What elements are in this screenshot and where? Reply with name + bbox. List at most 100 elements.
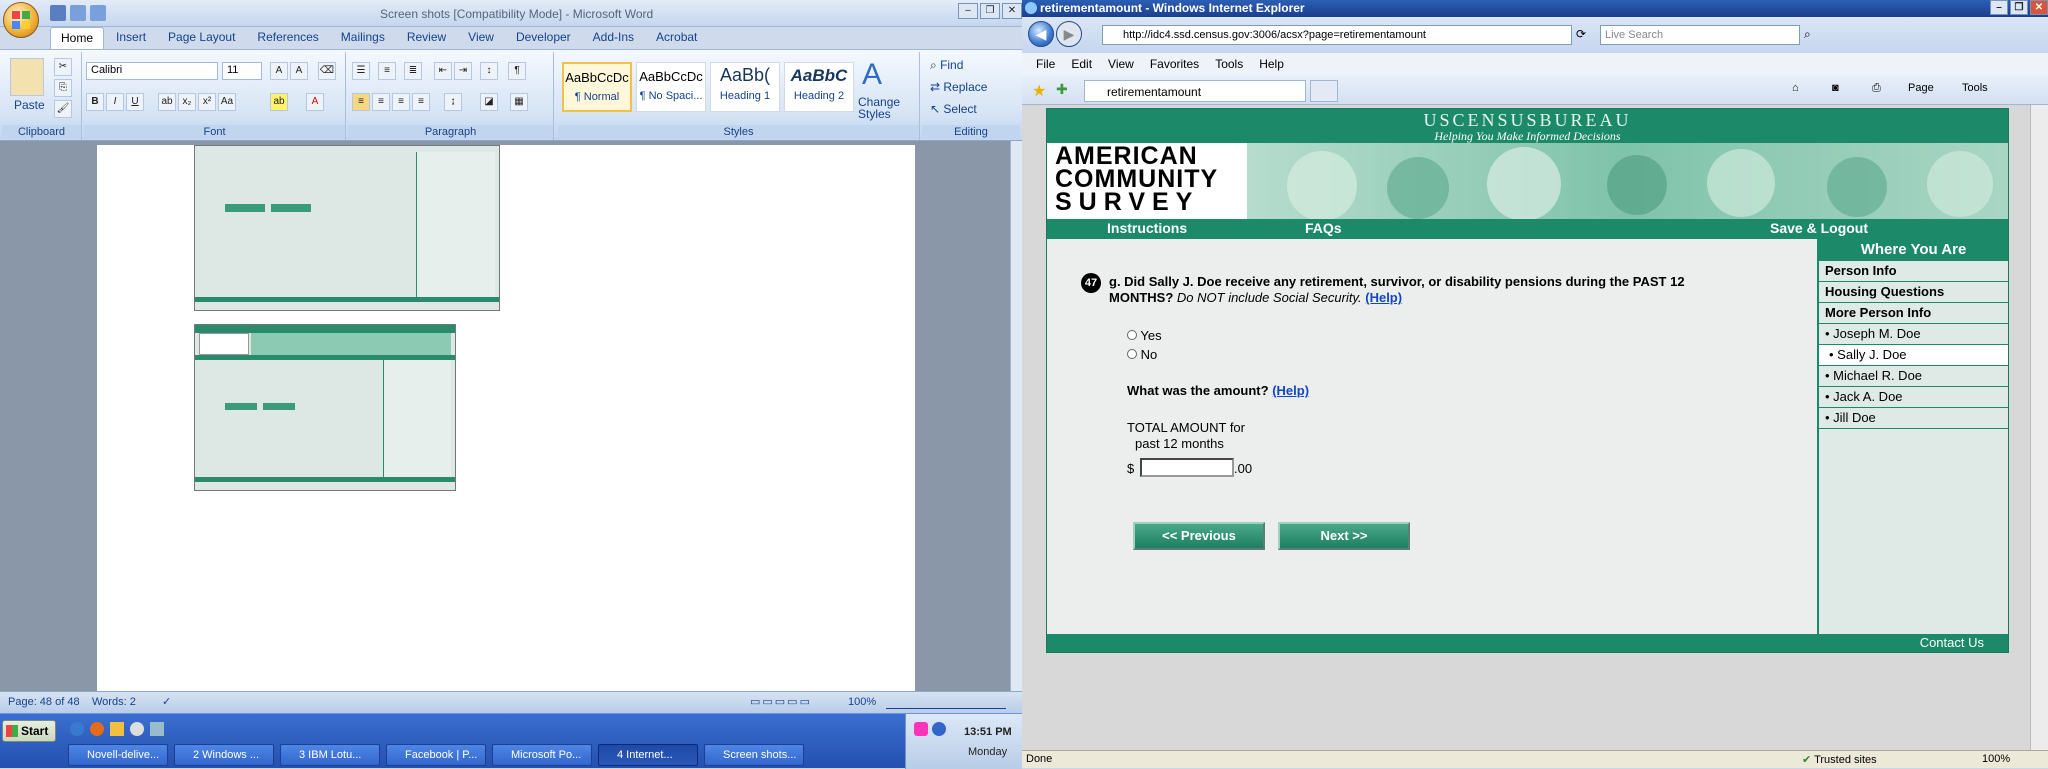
close-icon[interactable]: ✕ xyxy=(2030,0,2048,15)
radio-yes[interactable] xyxy=(1127,330,1137,340)
media-quicklaunch-icon[interactable] xyxy=(130,722,144,736)
restore-icon[interactable]: ❐ xyxy=(980,3,1000,19)
taskbar-item[interactable]: 3 IBM Lotu... xyxy=(280,744,380,766)
paste-button[interactable]: Paste xyxy=(14,98,45,112)
tab-references[interactable]: References xyxy=(247,27,328,49)
taskbar-item-active[interactable]: 4 Internet... xyxy=(598,744,698,766)
tools-menu[interactable]: Tools xyxy=(1962,82,1988,94)
ie-quicklaunch-icon[interactable] xyxy=(70,722,84,736)
tab-page-layout[interactable]: Page Layout xyxy=(158,27,245,49)
help-link[interactable]: (Help) xyxy=(1365,290,1402,305)
align-left-icon[interactable]: ≡ xyxy=(352,93,370,111)
print-icon[interactable]: ⎙ xyxy=(1872,82,1881,95)
cut-icon[interactable]: ✂ xyxy=(54,58,72,76)
favorites-star-icon[interactable]: ★ xyxy=(1032,81,1046,101)
amount-input[interactable] xyxy=(1140,458,1234,477)
nav-save-logout[interactable]: Save & Logout xyxy=(1770,220,1868,236)
ie-zoom-level[interactable]: 100% xyxy=(1982,753,2010,765)
copy-icon[interactable]: ⎘ xyxy=(54,79,72,97)
restore-icon[interactable]: ❐ xyxy=(2010,0,2028,15)
bold-icon[interactable]: B xyxy=(86,93,104,111)
strikethrough-icon[interactable]: ab xyxy=(158,93,176,111)
nav-instructions[interactable]: Instructions xyxy=(1107,220,1187,236)
embedded-screenshot-1[interactable] xyxy=(194,145,500,311)
align-right-icon[interactable]: ≡ xyxy=(392,93,410,111)
save-icon[interactable] xyxy=(50,5,66,21)
shrink-font-icon[interactable]: A xyxy=(290,62,308,80)
sidebar-item-michael[interactable]: • Michael R. Doe xyxy=(1819,366,2008,387)
tab-acrobat[interactable]: Acrobat xyxy=(646,27,707,49)
menu-view[interactable]: View xyxy=(1100,53,1142,75)
undo-icon[interactable] xyxy=(70,5,86,21)
decrease-indent-icon[interactable]: ⇤ xyxy=(434,62,452,80)
taskbar-item[interactable]: Novell-delive... xyxy=(68,744,168,766)
proofing-icon[interactable]: ✓ xyxy=(162,695,171,708)
taskbar-item[interactable]: Microsoft Po... xyxy=(492,744,592,766)
sidebar-item-sally-current[interactable]: • Sally J. Doe xyxy=(1819,345,2008,366)
justify-icon[interactable]: ≡ xyxy=(412,93,430,111)
change-styles-icon[interactable]: A xyxy=(862,58,882,92)
show-marks-icon[interactable]: ¶ xyxy=(508,62,526,80)
start-button[interactable]: Start xyxy=(2,720,56,742)
taskbar-item[interactable]: 2 Windows ... xyxy=(174,744,274,766)
desktop-quicklaunch-icon[interactable] xyxy=(150,722,164,736)
page-count[interactable]: Page: 48 of 48 xyxy=(8,696,80,708)
taskbar-item[interactable]: Facebook | P... xyxy=(386,744,486,766)
menu-favorites[interactable]: Favorites xyxy=(1142,53,1207,75)
previous-button[interactable]: << Previous xyxy=(1133,522,1265,550)
sidebar-item-housing-questions[interactable]: Housing Questions xyxy=(1819,282,2008,303)
page-menu[interactable]: Page xyxy=(1908,82,1934,94)
feeds-icon[interactable]: ◙ xyxy=(1832,82,1839,94)
new-tab-button[interactable] xyxy=(1310,80,1338,102)
tab-add-ins[interactable]: Add-Ins xyxy=(583,27,644,49)
close-icon[interactable]: ✕ xyxy=(1002,3,1022,19)
change-styles-button[interactable]: Change Styles xyxy=(858,96,918,120)
italic-icon[interactable]: I xyxy=(106,93,124,111)
underline-icon[interactable]: U xyxy=(126,93,144,111)
amount-help-link[interactable]: (Help) xyxy=(1272,383,1309,398)
document-scrollbar[interactable] xyxy=(1010,141,1022,691)
replace-button[interactable]: ⇄ Replace xyxy=(930,80,987,94)
option-yes[interactable]: Yes xyxy=(1127,328,1162,343)
search-icon[interactable]: ⌕ xyxy=(1804,27,1811,42)
sidebar-item-jill[interactable]: • Jill Doe xyxy=(1819,408,2008,429)
security-zone[interactable]: ✔ Trusted sites xyxy=(1802,753,1877,766)
borders-icon[interactable]: ▦ xyxy=(510,93,528,111)
font-size-select[interactable]: 11 xyxy=(222,62,262,80)
home-icon[interactable]: ⌂ xyxy=(1792,82,1799,94)
font-color-icon[interactable]: A xyxy=(306,93,324,111)
paste-icon[interactable] xyxy=(10,58,44,96)
clear-format-icon[interactable]: ⌫ xyxy=(318,62,336,80)
sort-icon[interactable]: ↕ xyxy=(480,62,498,80)
menu-help[interactable]: Help xyxy=(1251,53,1292,75)
minimize-icon[interactable]: – xyxy=(1990,0,2008,15)
numbering-icon[interactable]: ≡ xyxy=(378,62,396,80)
select-button[interactable]: ↖ Select xyxy=(930,102,977,116)
radio-no[interactable] xyxy=(1127,349,1137,359)
office-button[interactable] xyxy=(3,2,39,38)
tab-view[interactable]: View xyxy=(458,27,504,49)
shading-icon[interactable]: ◪ xyxy=(480,93,498,111)
tab-insert[interactable]: Insert xyxy=(106,27,156,49)
document-page[interactable] xyxy=(97,145,915,691)
refresh-icon[interactable]: ⟳ xyxy=(1576,27,1586,41)
highlight-icon[interactable]: ab xyxy=(270,93,288,111)
style-heading-1[interactable]: AaBb( Heading 1 xyxy=(710,62,780,112)
align-center-icon[interactable]: ≡ xyxy=(372,93,390,111)
minimize-icon[interactable]: – xyxy=(958,3,978,19)
tab-mailings[interactable]: Mailings xyxy=(331,27,395,49)
zoom-slider[interactable] xyxy=(886,695,1006,709)
sidebar-item-jack[interactable]: • Jack A. Doe xyxy=(1819,387,2008,408)
menu-edit[interactable]: Edit xyxy=(1063,53,1100,75)
zoom-level[interactable]: 100% xyxy=(848,696,876,708)
menu-file[interactable]: File xyxy=(1028,53,1063,75)
address-input[interactable]: http://idc4.ssd.census.gov:3006/acsx?pag… xyxy=(1102,25,1572,45)
sidebar-item-person-info[interactable]: Person Info xyxy=(1819,261,2008,282)
taskbar-item[interactable]: Screen shots... xyxy=(704,744,804,766)
nav-faqs[interactable]: FAQs xyxy=(1305,220,1342,236)
line-spacing-icon[interactable]: ↨ xyxy=(444,93,462,111)
subscript-icon[interactable]: x₂ xyxy=(178,93,196,111)
redo-icon[interactable] xyxy=(90,5,106,21)
tab-developer[interactable]: Developer xyxy=(506,27,581,49)
style-heading-2[interactable]: AaBbC Heading 2 xyxy=(784,62,854,112)
